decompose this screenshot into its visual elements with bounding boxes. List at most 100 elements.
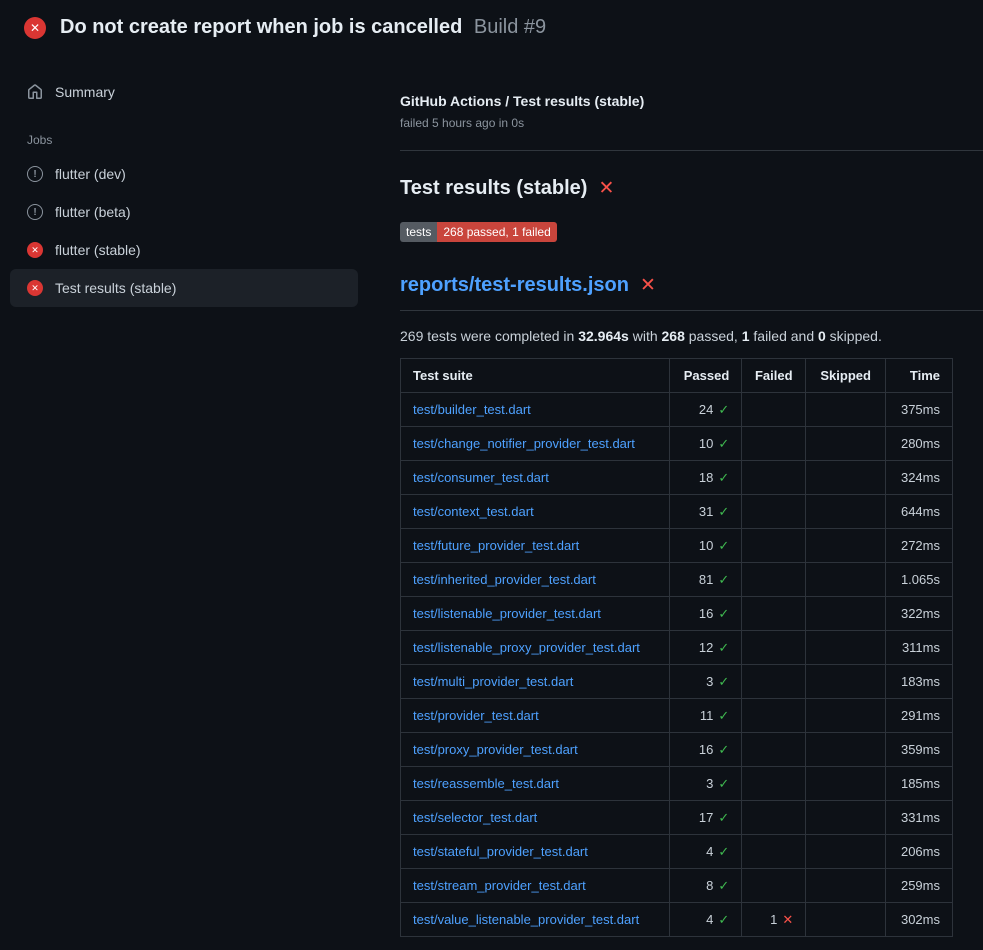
x-circle-icon: ✕: [27, 280, 43, 296]
passed-cell: 16✓: [670, 733, 742, 767]
sidebar-job-label: flutter (beta): [55, 204, 130, 220]
time-cell: 291ms: [886, 699, 953, 733]
test-suite-link[interactable]: test/reassemble_test.dart: [413, 776, 559, 791]
time-cell: 311ms: [886, 631, 953, 665]
failed-cell: [742, 767, 806, 801]
test-suite-link[interactable]: test/provider_test.dart: [413, 708, 539, 723]
badge-label: tests: [400, 222, 437, 242]
passed-cell: 12✓: [670, 631, 742, 665]
passed-cell: 8✓: [670, 869, 742, 903]
table-row: test/selector_test.dart 17✓ 331ms: [401, 801, 953, 835]
sidebar-item-test-results-stable[interactable]: ✕ Test results (stable): [10, 269, 358, 307]
time-cell: 331ms: [886, 801, 953, 835]
passed-cell: 16✓: [670, 597, 742, 631]
alert-circle-icon: !: [27, 166, 43, 182]
failed-cell: [742, 835, 806, 869]
divider: [400, 150, 983, 151]
table-row: test/consumer_test.dart 18✓ 324ms: [401, 461, 953, 495]
failed-cell: 1✕: [742, 903, 806, 937]
test-suite-link[interactable]: test/listenable_provider_test.dart: [413, 606, 601, 621]
time-cell: 644ms: [886, 495, 953, 529]
failed-cell: [742, 563, 806, 597]
passed-cell: 81✓: [670, 563, 742, 597]
build-title: Do not create report when job is cancell…: [60, 16, 546, 39]
test-suite-link[interactable]: test/stream_provider_test.dart: [413, 878, 586, 893]
test-suite-link[interactable]: test/value_listenable_provider_test.dart: [413, 912, 639, 927]
table-row: test/context_test.dart 31✓ 644ms: [401, 495, 953, 529]
skipped-cell: [806, 665, 886, 699]
time-cell: 375ms: [886, 393, 953, 427]
table-row: test/builder_test.dart 24✓ 375ms: [401, 393, 953, 427]
check-icon: ✓: [718, 640, 729, 655]
sidebar-job-label: flutter (dev): [55, 166, 126, 182]
report-link[interactable]: reports/test-results.json: [400, 274, 629, 297]
time-cell: 1.065s: [886, 563, 953, 597]
table-row: test/future_provider_test.dart 10✓ 272ms: [401, 529, 953, 563]
failed-cell: [742, 801, 806, 835]
check-icon: ✓: [718, 776, 729, 791]
test-suite-link[interactable]: test/context_test.dart: [413, 504, 534, 519]
x-circle-icon: ✕: [24, 17, 46, 39]
page-content: Summary Jobs ! flutter (dev) ! flutter (…: [0, 53, 983, 937]
table-row: test/stream_provider_test.dart 8✓ 259ms: [401, 869, 953, 903]
time-cell: 259ms: [886, 869, 953, 903]
failed-cell: [742, 597, 806, 631]
check-icon: ✓: [718, 844, 729, 859]
test-suite-link[interactable]: test/consumer_test.dart: [413, 470, 549, 485]
skipped-cell: [806, 699, 886, 733]
skipped-cell: [806, 529, 886, 563]
sidebar-item-flutter-dev[interactable]: ! flutter (dev): [10, 155, 358, 193]
test-suite-link[interactable]: test/proxy_provider_test.dart: [413, 742, 578, 757]
skipped-cell: [806, 869, 886, 903]
test-suite-link[interactable]: test/future_provider_test.dart: [413, 538, 579, 553]
test-suite-link[interactable]: test/stateful_provider_test.dart: [413, 844, 588, 859]
header-failed: Failed: [742, 359, 806, 393]
test-suite-link[interactable]: test/builder_test.dart: [413, 402, 531, 417]
test-suite-link[interactable]: test/change_notifier_provider_test.dart: [413, 436, 635, 451]
passed-cell: 17✓: [670, 801, 742, 835]
header-time: Time: [886, 359, 953, 393]
section-title-text: Test results (stable): [400, 177, 587, 200]
sidebar: Summary Jobs ! flutter (dev) ! flutter (…: [0, 53, 368, 307]
skipped-cell: [806, 835, 886, 869]
header-skipped: Skipped: [806, 359, 886, 393]
time-cell: 359ms: [886, 733, 953, 767]
test-suite-link[interactable]: test/inherited_provider_test.dart: [413, 572, 596, 587]
test-suite-link[interactable]: test/multi_provider_test.dart: [413, 674, 573, 689]
time-cell: 324ms: [886, 461, 953, 495]
time-cell: 302ms: [886, 903, 953, 937]
sidebar-item-summary[interactable]: Summary: [10, 73, 358, 111]
time-cell: 272ms: [886, 529, 953, 563]
home-icon: [27, 84, 43, 100]
table-row: test/multi_provider_test.dart 3✓ 183ms: [401, 665, 953, 699]
failed-cell: [742, 393, 806, 427]
table-row: test/provider_test.dart 11✓ 291ms: [401, 699, 953, 733]
check-icon: ✓: [718, 470, 729, 485]
failed-cell: [742, 529, 806, 563]
time-cell: 183ms: [886, 665, 953, 699]
check-icon: ✓: [718, 606, 729, 621]
skipped-cell: [806, 903, 886, 937]
time-cell: 185ms: [886, 767, 953, 801]
skipped-cell: [806, 461, 886, 495]
sidebar-item-flutter-stable[interactable]: ✕ flutter (stable): [10, 231, 358, 269]
sidebar-item-flutter-beta[interactable]: ! flutter (beta): [10, 193, 358, 231]
build-number: Build #9: [474, 16, 546, 38]
table-row: test/value_listenable_provider_test.dart…: [401, 903, 953, 937]
alert-circle-icon: !: [27, 204, 43, 220]
summary-line: 269 tests were completed in 32.964s with…: [400, 328, 983, 344]
time-cell: 322ms: [886, 597, 953, 631]
failed-cell: [742, 733, 806, 767]
report-title: reports/test-results.json ✕: [400, 274, 983, 311]
failed-cell: [742, 869, 806, 903]
test-suite-link[interactable]: test/selector_test.dart: [413, 810, 537, 825]
header-test-suite: Test suite: [401, 359, 670, 393]
failed-cell: [742, 631, 806, 665]
check-icon: ✓: [718, 572, 729, 587]
skipped-cell: [806, 767, 886, 801]
skipped-cell: [806, 597, 886, 631]
test-suite-link[interactable]: test/listenable_proxy_provider_test.dart: [413, 640, 640, 655]
check-icon: ✓: [718, 810, 729, 825]
sidebar-summary-label: Summary: [55, 84, 115, 100]
breadcrumb: GitHub Actions / Test results (stable): [400, 93, 983, 109]
